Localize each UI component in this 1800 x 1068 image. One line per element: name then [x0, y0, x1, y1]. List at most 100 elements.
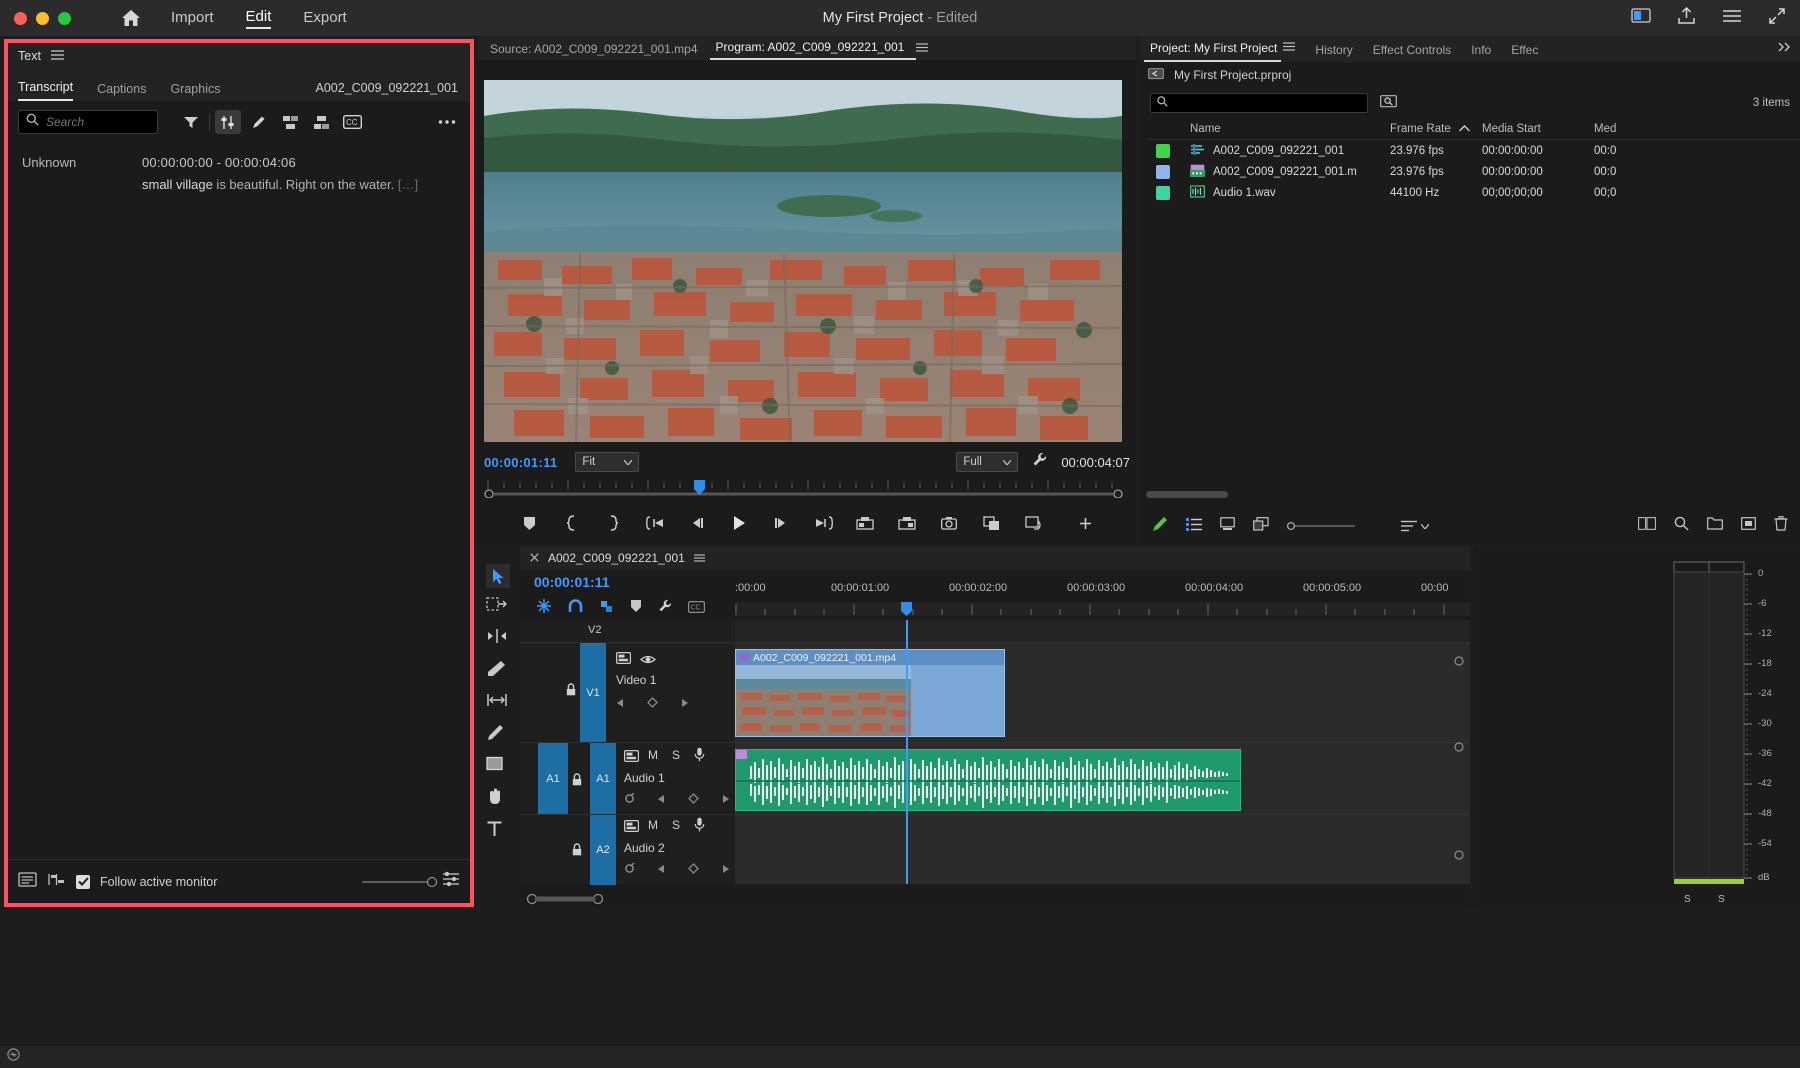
- column-header-name[interactable]: Name: [1190, 123, 1390, 135]
- track-badge-a1[interactable]: A1: [590, 743, 616, 815]
- timeline-ruler[interactable]: :00:00 00:00:01:00 00:00:02:00 00:00:03:…: [735, 582, 1470, 604]
- follow-active-monitor-checkbox[interactable]: [76, 875, 90, 889]
- table-row[interactable]: A002_C009_092221_001.m 23.976 fps 00:00:…: [1148, 161, 1800, 182]
- go-to-out-icon[interactable]: [813, 513, 833, 533]
- maximize-window-button[interactable]: [58, 12, 71, 25]
- toggle-track-output-icon[interactable]: [624, 749, 639, 767]
- playback-resolution-dropdown[interactable]: Full: [956, 452, 1018, 472]
- chevron-right-overflow-icon[interactable]: [1778, 39, 1800, 62]
- program-current-timecode[interactable]: 00:00:01:11: [484, 455, 557, 470]
- window-controls[interactable]: [0, 12, 71, 25]
- track-badge-v2[interactable]: V2: [588, 624, 601, 636]
- home-icon[interactable]: [121, 9, 141, 27]
- project-file-row[interactable]: My First Project.prproj: [1140, 62, 1800, 88]
- new-item-icon[interactable]: [1707, 517, 1723, 535]
- clear-icon[interactable]: [1741, 517, 1756, 535]
- export-frame-icon[interactable]: [939, 513, 959, 533]
- table-row[interactable]: A002_C009_092221_001 23.976 fps 00:00:00…: [1148, 140, 1800, 161]
- button-editor-plus-icon[interactable]: [1075, 513, 1095, 533]
- timeline-clip-audio[interactable]: [735, 749, 1241, 811]
- track-lane-v1[interactable]: A002_C009_092221_001.mp4: [735, 642, 1470, 742]
- timeline-tool-palette[interactable]: [480, 564, 516, 864]
- hamburger-menu-icon[interactable]: [694, 551, 705, 565]
- safe-margins-icon[interactable]: [1023, 513, 1043, 533]
- selection-tool-icon[interactable]: [486, 564, 510, 588]
- menu-edit[interactable]: Edit: [246, 8, 272, 29]
- track-badge-v1[interactable]: V1: [580, 643, 606, 743]
- eye-visibility-icon[interactable]: [640, 652, 656, 670]
- project-horizontal-scrollbar[interactable]: [1146, 491, 1800, 498]
- toggle-track-output-icon[interactable]: [624, 819, 639, 837]
- pencil-edit-icon[interactable]: [246, 110, 272, 134]
- monitor-tabs[interactable]: Source: A002_C009_092221_001.mp4 Program…: [478, 36, 1136, 60]
- transcript-zoom-slider[interactable]: [362, 881, 432, 883]
- timeline-horizontal-scrollbar[interactable]: [526, 892, 1464, 904]
- hamburger-menu-icon[interactable]: [51, 49, 64, 63]
- mark-in-icon[interactable]: [561, 513, 581, 533]
- table-row[interactable]: Audio 1.wav 44100 Hz 00;00;00;00 00;0: [1148, 182, 1800, 203]
- meter-channel-left[interactable]: S: [1684, 894, 1691, 905]
- razor-tool-icon[interactable]: [486, 660, 506, 683]
- sliders-icon[interactable]: [215, 110, 241, 134]
- tab-source-monitor[interactable]: Source: A002_C009_092221_001.mp4: [484, 42, 710, 60]
- audio-meter-body[interactable]: 0 -6 -12 -18 -24 -30 -36 -42 -48 -54 dB …: [1666, 556, 1796, 896]
- hand-tool-icon[interactable]: [486, 788, 504, 811]
- comparison-view-icon[interactable]: [981, 513, 1001, 533]
- tab-history[interactable]: History: [1309, 43, 1366, 62]
- keyframe-nav-a1[interactable]: [624, 793, 730, 804]
- project-panel-tabs[interactable]: Project: My First Project History Effect…: [1140, 36, 1800, 62]
- step-back-icon[interactable]: [687, 513, 707, 533]
- pen-freeform-icon[interactable]: [1152, 516, 1168, 537]
- track-lane-v2[interactable]: [735, 620, 1470, 642]
- label-swatch[interactable]: [1156, 186, 1170, 200]
- solo-icon[interactable]: S: [672, 818, 680, 832]
- lock-icon[interactable]: [572, 773, 582, 791]
- lock-icon[interactable]: [572, 843, 582, 861]
- wrench-settings-icon[interactable]: [1032, 452, 1047, 472]
- program-duration-timecode[interactable]: 00:00:04:07: [1061, 455, 1130, 470]
- mark-out-icon[interactable]: [603, 513, 623, 533]
- rectangle-tool-icon[interactable]: [486, 756, 504, 777]
- icon-view-icon[interactable]: [1220, 517, 1235, 536]
- track-badge-a2[interactable]: A2: [590, 815, 616, 885]
- monitor-transport-controls[interactable]: [478, 506, 1136, 540]
- minimize-window-button[interactable]: [36, 12, 49, 25]
- timeline-options-toolbar[interactable]: CC: [536, 598, 705, 619]
- titlebar-actions[interactable]: [1631, 7, 1786, 30]
- hamburger-menu-icon[interactable]: [1722, 9, 1742, 28]
- voice-record-icon[interactable]: [694, 817, 705, 837]
- timeline-track-area[interactable]: V2 V1 Video 1: [520, 620, 1470, 880]
- split-speakers-icon[interactable]: [308, 110, 334, 134]
- hamburger-menu-icon[interactable]: [916, 39, 928, 60]
- timeline-playhead-timecode[interactable]: 00:00:01:11: [534, 574, 610, 590]
- project-footer-toolbar[interactable]: [1140, 508, 1800, 544]
- solo-icon[interactable]: S: [672, 748, 680, 762]
- add-marker-icon[interactable]: [630, 599, 642, 618]
- captions-cc-icon[interactable]: CC: [688, 600, 705, 618]
- label-swatch[interactable]: [1156, 144, 1170, 158]
- track-handle-v1[interactable]: [1454, 656, 1464, 666]
- tab-effect-controls[interactable]: Effect Controls: [1367, 43, 1465, 62]
- track-lane-a1[interactable]: [735, 742, 1470, 814]
- merge-speakers-icon[interactable]: [277, 110, 303, 134]
- play-icon[interactable]: [729, 513, 749, 533]
- project-table-header[interactable]: Name Frame Rate Media Start Med: [1148, 118, 1800, 140]
- keyframe-nav-a2[interactable]: [624, 863, 730, 874]
- tab-transcript[interactable]: Transcript: [18, 80, 73, 101]
- lock-icon[interactable]: [566, 683, 576, 701]
- column-header-frame-rate[interactable]: Frame Rate: [1390, 123, 1451, 135]
- upload-share-icon[interactable]: [1677, 7, 1696, 30]
- tab-info[interactable]: Info: [1465, 43, 1505, 62]
- timeline-playhead[interactable]: [906, 620, 908, 884]
- project-search-input[interactable]: [1173, 97, 1361, 109]
- search-input[interactable]: [46, 115, 150, 129]
- close-icon[interactable]: [530, 551, 539, 565]
- timeline-sequence-tab[interactable]: A002_C009_092221_001: [520, 546, 1470, 570]
- timeline-clip-video[interactable]: A002_C009_092221_001.mp4: [735, 649, 1005, 737]
- tab-project[interactable]: Project: My First Project: [1144, 41, 1281, 62]
- voice-record-icon[interactable]: [694, 747, 705, 767]
- delete-icon[interactable]: [1774, 516, 1788, 536]
- list-view-icon[interactable]: [1186, 517, 1202, 536]
- program-monitor-video[interactable]: [484, 80, 1122, 442]
- captions-view-icon[interactable]: [47, 871, 66, 893]
